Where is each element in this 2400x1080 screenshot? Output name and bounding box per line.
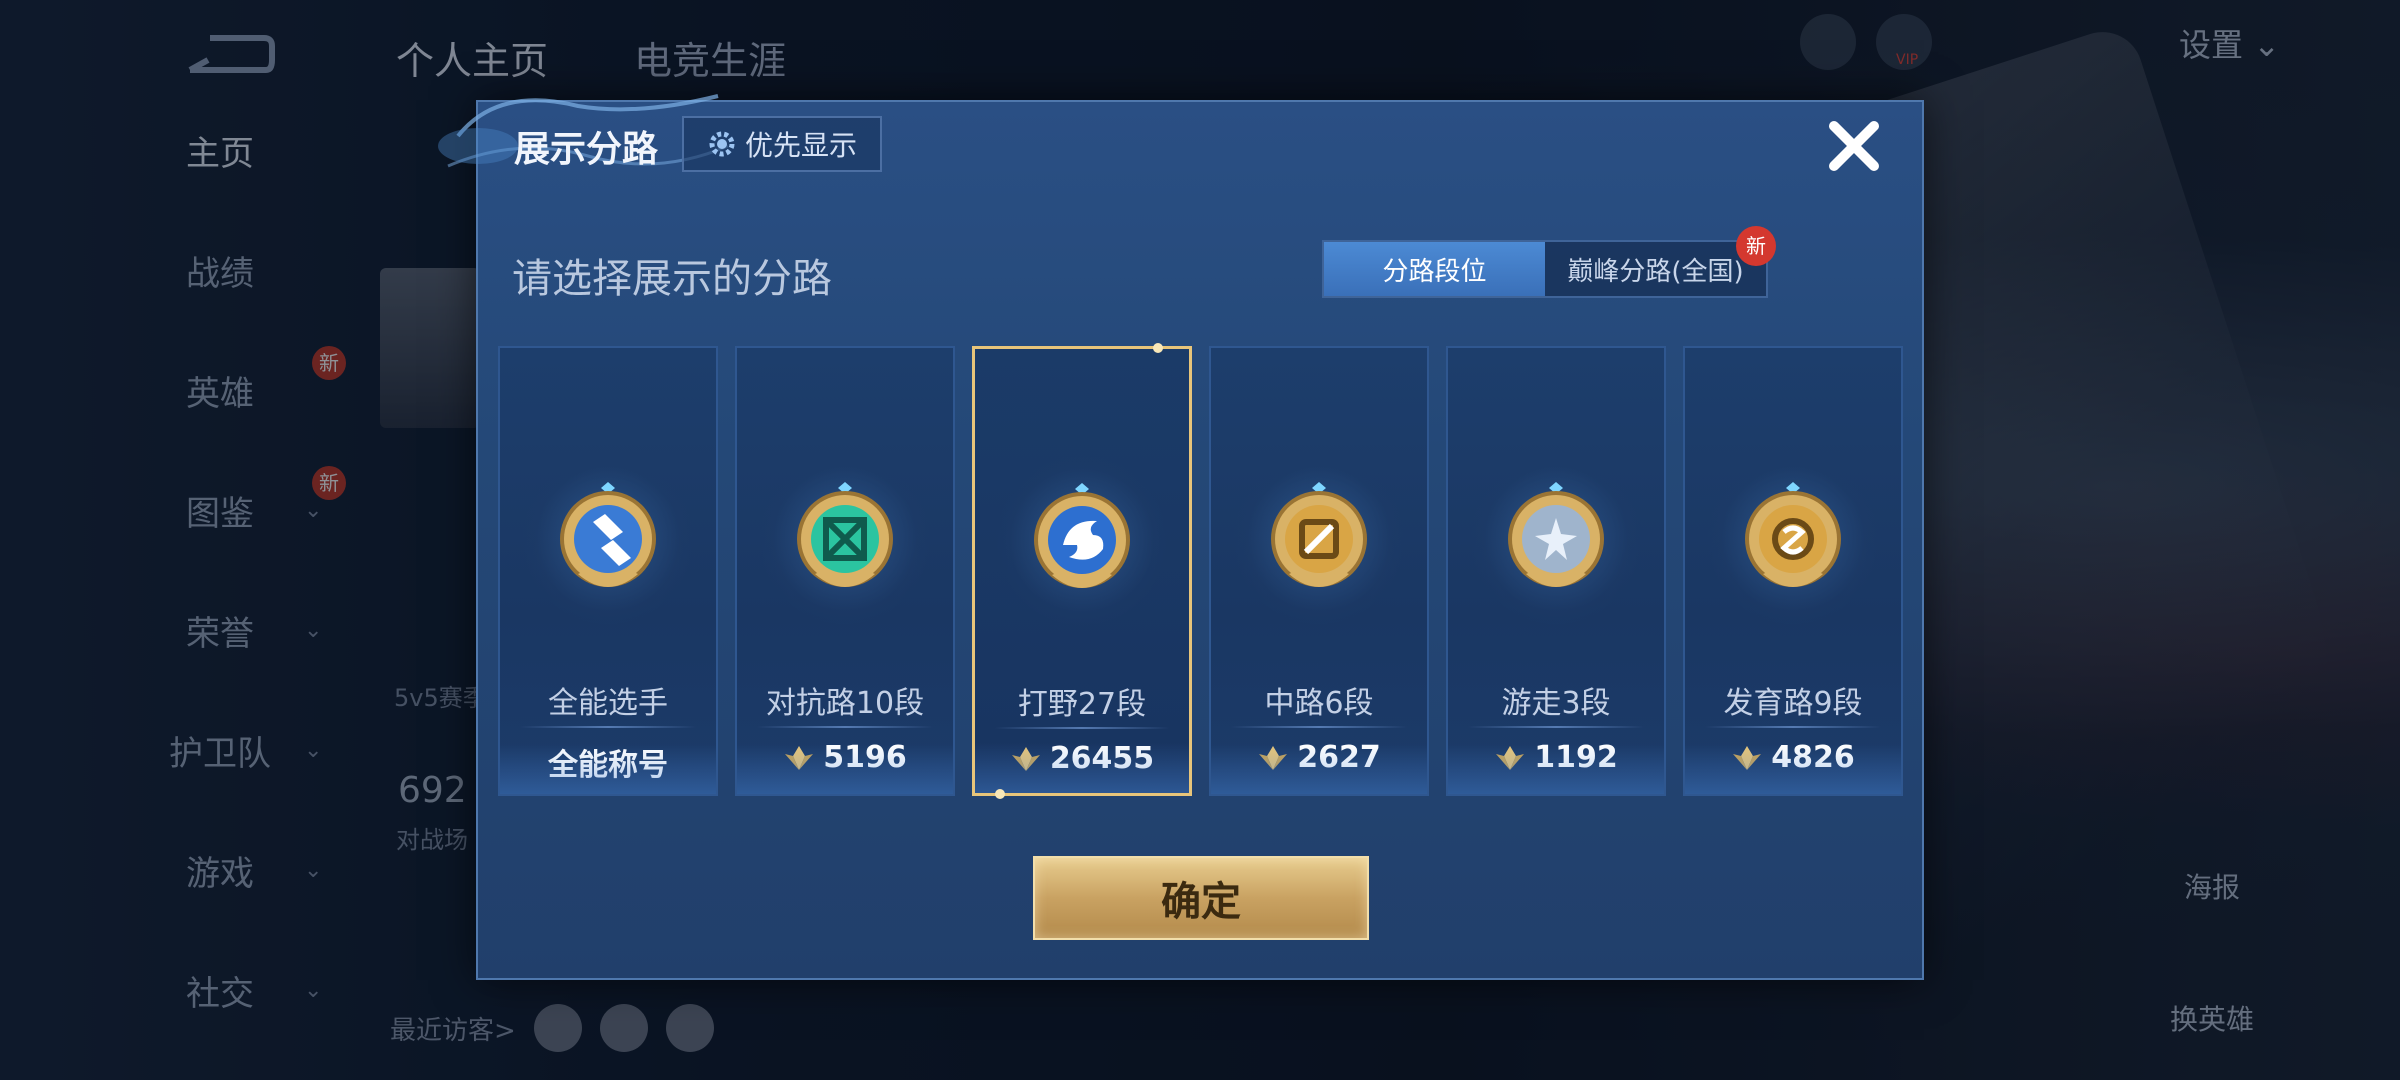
lane-card[interactable]: 发育路9段4826 xyxy=(1683,346,1903,796)
clash-lane-emblem-icon xyxy=(760,454,930,624)
divider xyxy=(520,726,696,728)
toggle-peak-lane-label: 巅峰分路(全国) xyxy=(1567,256,1744,287)
lane-name: 中路6段 xyxy=(1264,686,1374,721)
confirm-button[interactable]: 确定 xyxy=(1033,856,1369,940)
close-button[interactable] xyxy=(1822,114,1886,178)
card-glow xyxy=(1685,744,1901,794)
lane-name: 全能选手 xyxy=(548,686,668,721)
lane-card[interactable]: 全能选手全能称号 xyxy=(498,346,718,796)
selection-dot xyxy=(1153,343,1163,353)
lane-card-list: 全能选手全能称号对抗路10段5196打野27段26455中路6段2627游走3段… xyxy=(498,343,1906,799)
all-round-emblem-icon xyxy=(523,454,693,624)
lane-mode-toggle: 分路段位 巅峰分路(全国) 新 xyxy=(1322,226,1776,298)
lane-name: 打野27段 xyxy=(1017,687,1147,722)
roam-emblem-icon xyxy=(1471,454,1641,624)
card-glow xyxy=(975,743,1189,793)
selection-dot xyxy=(995,789,1005,799)
lane-name: 游走3段 xyxy=(1501,686,1611,721)
card-glow xyxy=(1448,744,1664,794)
divider xyxy=(757,726,933,728)
lane-card[interactable]: 打野27段26455 xyxy=(972,343,1192,799)
lane-card[interactable]: 中路6段2627 xyxy=(1209,346,1429,796)
toggle-peak-lane[interactable]: 巅峰分路(全国) 新 xyxy=(1545,226,1776,296)
dialog-title: 展示分路 xyxy=(514,129,659,170)
lane-card[interactable]: 游走3段1192 xyxy=(1446,346,1666,796)
dialog-subtitle: 请选择展示的分路 xyxy=(512,256,832,302)
card-glow xyxy=(737,744,953,794)
divider xyxy=(1705,726,1881,728)
priority-label: 优先显示 xyxy=(744,129,857,162)
lane-card[interactable]: 对抗路10段5196 xyxy=(735,346,955,796)
toggle-lane-rank[interactable]: 分路段位 xyxy=(1324,242,1545,296)
lane-display-dialog: 展示分路 优先显示 请选择展示的分路 分路段位 巅峰分路(全国) 新 全能选手全… xyxy=(438,94,1924,980)
divider xyxy=(995,727,1169,729)
priority-display-button[interactable]: 优先显示 xyxy=(682,116,882,172)
mid-lane-emblem-icon xyxy=(1234,454,1404,624)
close-icon xyxy=(1829,121,1879,171)
farm-lane-emblem-icon xyxy=(1708,454,1878,624)
divider xyxy=(1231,726,1407,728)
divider xyxy=(1468,726,1644,728)
lane-name: 对抗路10段 xyxy=(765,686,925,721)
lane-name: 发育路9段 xyxy=(1723,686,1863,721)
gear-icon xyxy=(709,131,735,157)
card-glow xyxy=(1211,744,1427,794)
card-glow xyxy=(500,744,716,794)
jungle-emblem-icon xyxy=(997,455,1167,625)
new-badge: 新 xyxy=(1736,226,1776,266)
